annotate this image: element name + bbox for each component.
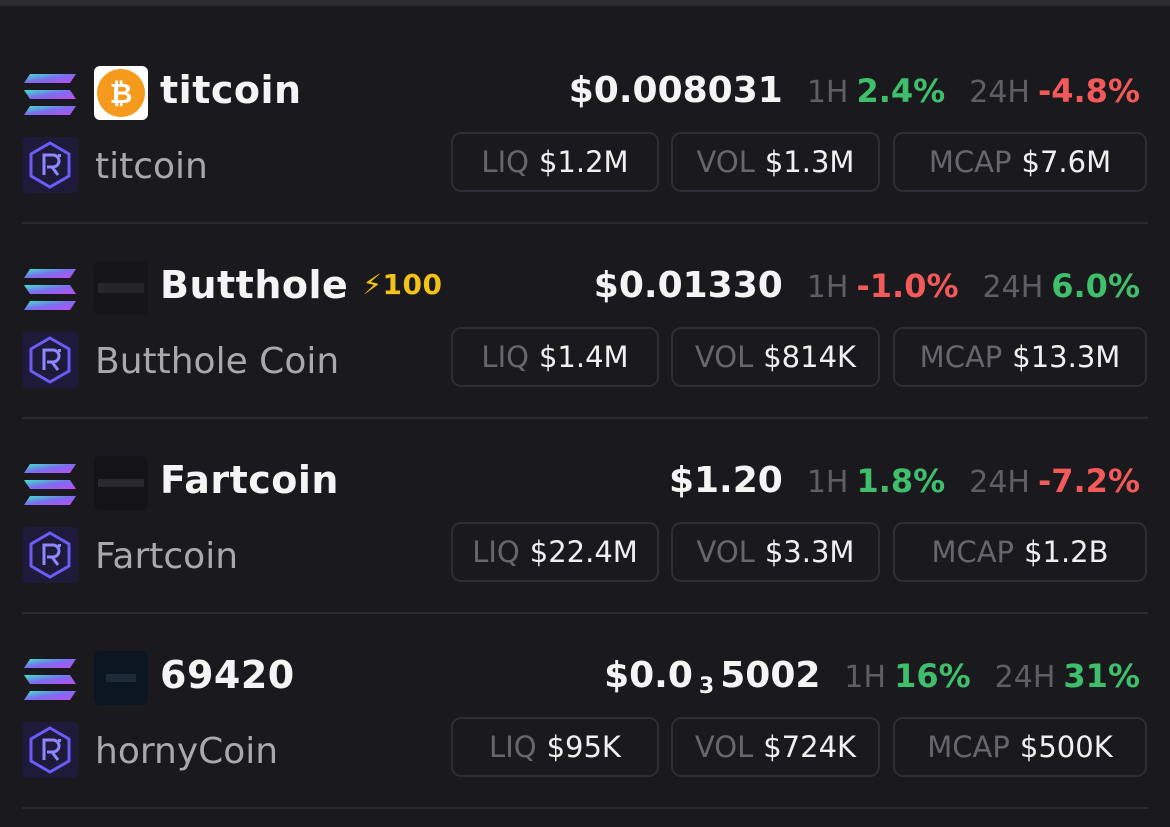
titcoin-orange-logo: ₿	[94, 66, 148, 120]
solana-icon	[24, 464, 76, 505]
change-24h-value: -7.2%	[1037, 462, 1140, 500]
token-price: $0.008031	[568, 70, 783, 111]
change-24h-value: 6.0%	[1051, 267, 1140, 305]
token-row[interactable]: Fartcoin Fartcoin $1.20 1H 1.8% 24H -7.2…	[0, 390, 1170, 585]
market-cap-pill: MCAP $13.3M	[893, 327, 1147, 387]
svg-text:₿: ₿	[110, 77, 133, 110]
liquidity-pill: LIQ $22.4M	[451, 522, 659, 582]
change-1h-label: 1H	[806, 270, 849, 305]
change-1h-value: -1.0%	[856, 267, 959, 305]
token-name: Butthole Coin	[95, 341, 340, 382]
change-24h-label: 24H	[969, 465, 1030, 500]
token-name: titcoin	[95, 146, 208, 187]
market-cap-pill: MCAP $500K	[893, 717, 1147, 777]
token-row[interactable]: 69420 hornyCoin $0.0 3 5002 1H 16% 24H 31%…	[0, 585, 1170, 780]
69420-dark-logo	[94, 651, 148, 705]
solana-icon	[24, 269, 76, 310]
token-price: $0.0 3 5002	[604, 655, 821, 699]
solana-icon	[24, 659, 76, 700]
liquidity-pill: LIQ $1.4M	[451, 327, 659, 387]
volume-pill: VOL $3.3M	[671, 522, 880, 582]
solana-icon	[24, 74, 76, 115]
volume-pill: VOL $724K	[671, 717, 880, 777]
price-line: $1.20 1H 1.8% 24H -7.2%	[669, 460, 1140, 501]
change-24h-value: 31%	[1063, 657, 1140, 695]
price-line: $0.0 3 5002 1H 16% 24H 31%	[604, 655, 1140, 699]
token-row[interactable]: ₿ titcoin titcoin $0.008031 1H 2.4% 24H …	[0, 0, 1170, 195]
price-line: $0.01330 1H -1.0% 24H 6.0%	[594, 265, 1140, 306]
change-24h-label: 24H	[982, 270, 1044, 305]
token-price: $0.01330	[593, 265, 783, 306]
change-1h-label: 1H	[806, 75, 849, 110]
token-symbol[interactable]: titcoin	[160, 68, 302, 112]
volume-pill: VOL $814K	[671, 327, 880, 387]
token-name: Fartcoin	[95, 536, 239, 577]
change-24h-label: 24H	[969, 75, 1030, 110]
change-1h-label: 1H	[806, 465, 849, 500]
change-1h-value: 1.8%	[856, 462, 946, 500]
change-24h-value: -4.8%	[1037, 72, 1140, 110]
token-symbol[interactable]: Butthole ⚡100	[160, 263, 442, 307]
token-price: $1.20	[668, 460, 783, 501]
butthole-dark-logo	[94, 261, 148, 315]
raydium-icon	[22, 527, 78, 583]
market-cap-pill: MCAP $1.2B	[893, 522, 1147, 582]
raydium-icon	[22, 332, 78, 388]
token-name: hornyCoin	[95, 731, 279, 772]
change-24h-label: 24H	[994, 660, 1056, 695]
token-symbol[interactable]: Fartcoin	[160, 458, 339, 502]
raydium-icon	[22, 137, 78, 193]
price-line: $0.008031 1H 2.4% 24H -4.8%	[569, 70, 1140, 111]
token-symbol[interactable]: 69420	[160, 653, 295, 697]
row-separator	[22, 807, 1148, 809]
change-1h-value: 16%	[894, 657, 971, 695]
liquidity-pill: LIQ $95K	[451, 717, 659, 777]
boost-badge: ⚡100	[362, 268, 443, 301]
liquidity-pill: LIQ $1.2M	[451, 132, 659, 192]
token-row[interactable]: Butthole ⚡100 Butthole Coin $0.01330 1H -…	[0, 195, 1170, 390]
market-cap-pill: MCAP $7.6M	[893, 132, 1147, 192]
change-1h-label: 1H	[844, 660, 887, 695]
change-1h-value: 2.4%	[856, 72, 946, 110]
volume-pill: VOL $1.3M	[671, 132, 880, 192]
raydium-icon	[22, 722, 78, 778]
fartcoin-dark-logo	[94, 456, 148, 510]
